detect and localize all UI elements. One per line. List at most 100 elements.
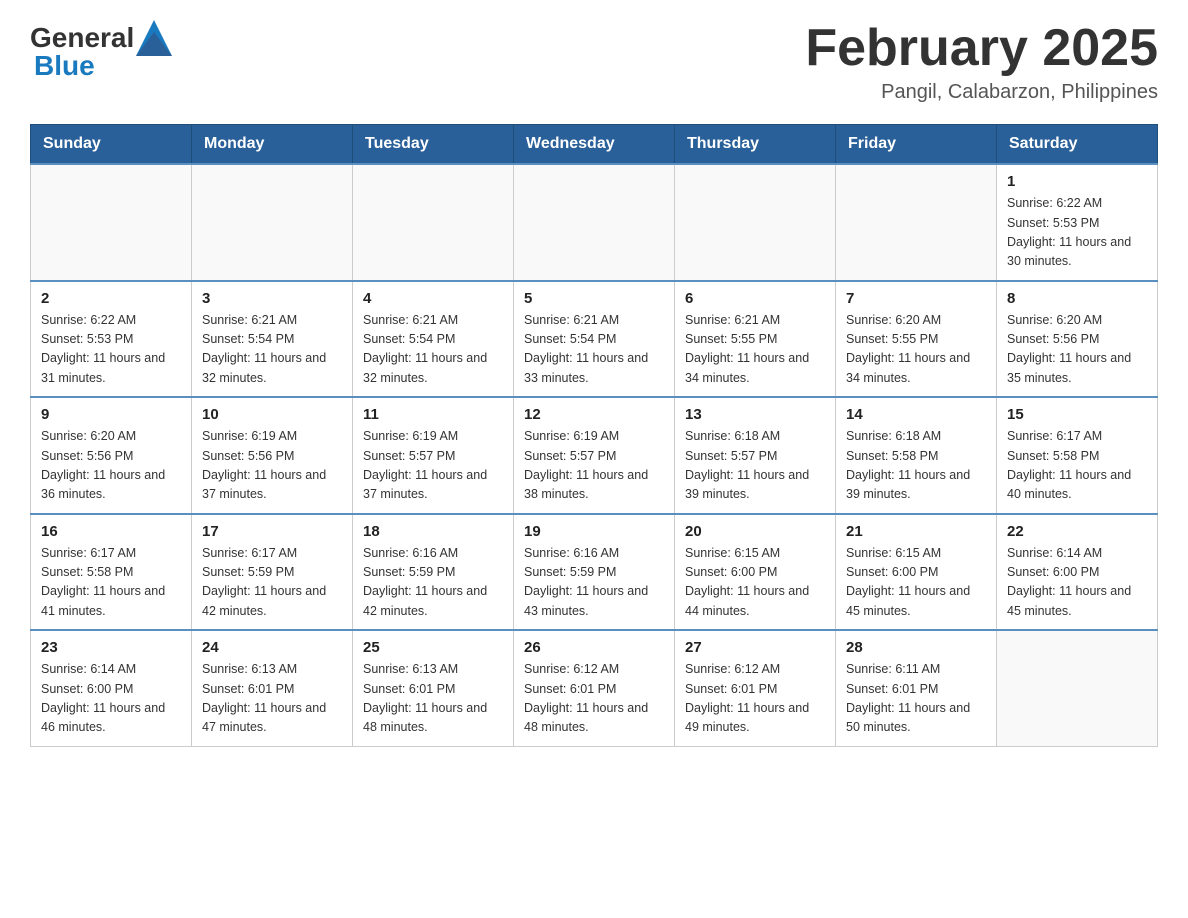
day-number: 7 xyxy=(846,290,986,307)
table-row: 17 Sunrise: 6:17 AM Sunset: 5:59 PM Dayli… xyxy=(192,514,353,631)
calendar-table: Sunday Monday Tuesday Wednesday Thursday… xyxy=(30,124,1158,747)
table-row: 26 Sunrise: 6:12 AM Sunset: 6:01 PM Dayli… xyxy=(514,630,675,746)
table-row: 5 Sunrise: 6:21 AM Sunset: 5:54 PM Daylig… xyxy=(514,281,675,398)
table-row: 21Sunrise: 6:15 AM Sunset: 6:00 PM Dayli… xyxy=(836,514,997,631)
table-row: 11Sunrise: 6:19 AM Sunset: 5:57 PM Dayli… xyxy=(353,397,514,514)
logo-blue-text: Blue xyxy=(34,50,95,82)
table-row: 4 Sunrise: 6:21 AM Sunset: 5:54 PM Daylig… xyxy=(353,281,514,398)
day-number: 24 xyxy=(202,639,342,656)
table-row: 22 Sunrise: 6:14 AM Sunset: 6:00 PM Dayli… xyxy=(997,514,1158,631)
table-row: 14 Sunrise: 6:18 AM Sunset: 5:58 PM Dayli… xyxy=(836,397,997,514)
table-row: 3 Sunrise: 6:21 AM Sunset: 5:54 PM Daylig… xyxy=(192,281,353,398)
table-row xyxy=(997,630,1158,746)
table-row: 20 Sunrise: 6:15 AM Sunset: 6:00 PM Dayli… xyxy=(675,514,836,631)
day-info: Sunrise: 6:18 AM Sunset: 5:57 PM Dayligh… xyxy=(685,427,825,505)
table-row: 6 Sunrise: 6:21 AM Sunset: 5:55 PM Daylig… xyxy=(675,281,836,398)
col-tuesday: Tuesday xyxy=(353,125,514,165)
table-row xyxy=(675,164,836,281)
day-number: 10 xyxy=(202,406,342,423)
table-row: 16 Sunrise: 6:17 AM Sunset: 5:58 PM Dayli… xyxy=(31,514,192,631)
col-thursday: Thursday xyxy=(675,125,836,165)
day-number: 9 xyxy=(41,406,181,423)
table-row: 15Sunrise: 6:17 AM Sunset: 5:58 PM Dayli… xyxy=(997,397,1158,514)
calendar-week-row: 9 Sunrise: 6:20 AM Sunset: 5:56 PM Daylig… xyxy=(31,397,1158,514)
day-info: Sunrise: 6:17 AM Sunset: 5:58 PM Dayligh… xyxy=(41,544,181,622)
table-row xyxy=(31,164,192,281)
day-number: 8 xyxy=(1007,290,1147,307)
day-info: Sunrise: 6:22 AM Sunset: 5:53 PM Dayligh… xyxy=(1007,194,1147,272)
day-info: Sunrise: 6:19 AM Sunset: 5:57 PM Dayligh… xyxy=(363,427,503,505)
subtitle: Pangil, Calabarzon, Philippines xyxy=(805,81,1158,104)
day-info: Sunrise: 6:22 AM Sunset: 5:53 PM Dayligh… xyxy=(41,311,181,389)
calendar-week-row: 2 Sunrise: 6:22 AM Sunset: 5:53 PM Daylig… xyxy=(31,281,1158,398)
day-number: 1 xyxy=(1007,173,1147,190)
day-info: Sunrise: 6:13 AM Sunset: 6:01 PM Dayligh… xyxy=(202,660,342,738)
day-info: Sunrise: 6:11 AM Sunset: 6:01 PM Dayligh… xyxy=(846,660,986,738)
day-info: Sunrise: 6:20 AM Sunset: 5:56 PM Dayligh… xyxy=(41,427,181,505)
calendar-header-row: Sunday Monday Tuesday Wednesday Thursday… xyxy=(31,125,1158,165)
day-info: Sunrise: 6:12 AM Sunset: 6:01 PM Dayligh… xyxy=(685,660,825,738)
table-row xyxy=(836,164,997,281)
col-monday: Monday xyxy=(192,125,353,165)
day-info: Sunrise: 6:19 AM Sunset: 5:57 PM Dayligh… xyxy=(524,427,664,505)
logo-triangle-icon xyxy=(136,20,172,56)
day-number: 28 xyxy=(846,639,986,656)
day-number: 5 xyxy=(524,290,664,307)
table-row: 18 Sunrise: 6:16 AM Sunset: 5:59 PM Dayli… xyxy=(353,514,514,631)
table-row: 12 Sunrise: 6:19 AM Sunset: 5:57 PM Dayli… xyxy=(514,397,675,514)
table-row: 9 Sunrise: 6:20 AM Sunset: 5:56 PM Daylig… xyxy=(31,397,192,514)
table-row: 25 Sunrise: 6:13 AM Sunset: 6:01 PM Dayli… xyxy=(353,630,514,746)
day-info: Sunrise: 6:12 AM Sunset: 6:01 PM Dayligh… xyxy=(524,660,664,738)
title-section: February 2025 Pangil, Calabarzon, Philip… xyxy=(805,20,1158,104)
day-info: Sunrise: 6:14 AM Sunset: 6:00 PM Dayligh… xyxy=(1007,544,1147,622)
day-number: 22 xyxy=(1007,523,1147,540)
table-row: 10 Sunrise: 6:19 AM Sunset: 5:56 PM Dayli… xyxy=(192,397,353,514)
table-row: 24 Sunrise: 6:13 AM Sunset: 6:01 PM Dayli… xyxy=(192,630,353,746)
day-info: Sunrise: 6:21 AM Sunset: 5:54 PM Dayligh… xyxy=(202,311,342,389)
col-friday: Friday xyxy=(836,125,997,165)
day-number: 20 xyxy=(685,523,825,540)
main-title: February 2025 xyxy=(805,20,1158,77)
col-sunday: Sunday xyxy=(31,125,192,165)
day-number: 27 xyxy=(685,639,825,656)
calendar-week-row: 16 Sunrise: 6:17 AM Sunset: 5:58 PM Dayli… xyxy=(31,514,1158,631)
table-row: 1 Sunrise: 6:22 AM Sunset: 5:53 PM Daylig… xyxy=(997,164,1158,281)
calendar-week-row: 23 Sunrise: 6:14 AM Sunset: 6:00 PM Dayli… xyxy=(31,630,1158,746)
day-number: 6 xyxy=(685,290,825,307)
day-info: Sunrise: 6:20 AM Sunset: 5:55 PM Dayligh… xyxy=(846,311,986,389)
table-row xyxy=(192,164,353,281)
day-number: 2 xyxy=(41,290,181,307)
day-info: Sunrise: 6:13 AM Sunset: 6:01 PM Dayligh… xyxy=(363,660,503,738)
day-number: 3 xyxy=(202,290,342,307)
day-info: Sunrise: 6:16 AM Sunset: 5:59 PM Dayligh… xyxy=(363,544,503,622)
day-info: Sunrise: 6:17 AM Sunset: 5:58 PM Dayligh… xyxy=(1007,427,1147,505)
day-number: 12 xyxy=(524,406,664,423)
day-number: 25 xyxy=(363,639,503,656)
day-number: 26 xyxy=(524,639,664,656)
day-info: Sunrise: 6:17 AM Sunset: 5:59 PM Dayligh… xyxy=(202,544,342,622)
day-info: Sunrise: 6:14 AM Sunset: 6:00 PM Dayligh… xyxy=(41,660,181,738)
day-number: 17 xyxy=(202,523,342,540)
table-row: 7 Sunrise: 6:20 AM Sunset: 5:55 PM Daylig… xyxy=(836,281,997,398)
day-number: 18 xyxy=(363,523,503,540)
day-number: 4 xyxy=(363,290,503,307)
day-info: Sunrise: 6:15 AM Sunset: 6:00 PM Dayligh… xyxy=(685,544,825,622)
day-number: 23 xyxy=(41,639,181,656)
day-number: 14 xyxy=(846,406,986,423)
day-info: Sunrise: 6:21 AM Sunset: 5:54 PM Dayligh… xyxy=(363,311,503,389)
logo: General Blue xyxy=(30,20,172,82)
col-saturday: Saturday xyxy=(997,125,1158,165)
day-info: Sunrise: 6:16 AM Sunset: 5:59 PM Dayligh… xyxy=(524,544,664,622)
table-row: 23 Sunrise: 6:14 AM Sunset: 6:00 PM Dayli… xyxy=(31,630,192,746)
table-row: 19Sunrise: 6:16 AM Sunset: 5:59 PM Dayli… xyxy=(514,514,675,631)
day-info: Sunrise: 6:21 AM Sunset: 5:55 PM Dayligh… xyxy=(685,311,825,389)
day-info: Sunrise: 6:19 AM Sunset: 5:56 PM Dayligh… xyxy=(202,427,342,505)
table-row xyxy=(514,164,675,281)
day-info: Sunrise: 6:18 AM Sunset: 5:58 PM Dayligh… xyxy=(846,427,986,505)
table-row: 13 Sunrise: 6:18 AM Sunset: 5:57 PM Dayli… xyxy=(675,397,836,514)
day-info: Sunrise: 6:21 AM Sunset: 5:54 PM Dayligh… xyxy=(524,311,664,389)
table-row: 28 Sunrise: 6:11 AM Sunset: 6:01 PM Dayli… xyxy=(836,630,997,746)
page-header: General Blue February 2025 Pangil, Calab… xyxy=(30,20,1158,104)
day-number: 16 xyxy=(41,523,181,540)
day-number: 13 xyxy=(685,406,825,423)
